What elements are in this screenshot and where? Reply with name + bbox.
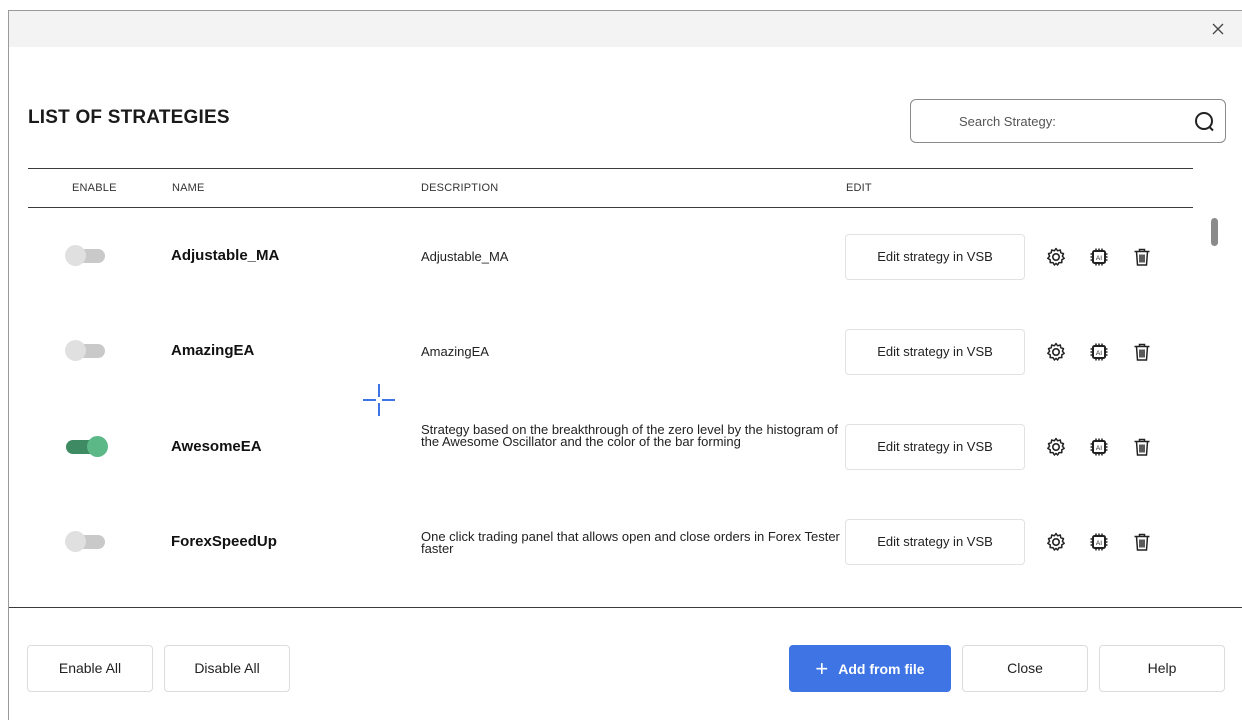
strategy-name: AmazingEA [171, 342, 255, 359]
svg-text:AI: AI [1096, 255, 1102, 262]
ai-chip-icon[interactable]: AI [1088, 341, 1110, 363]
table-row: ForexSpeedUp One click trading panel tha… [28, 493, 1193, 588]
svg-text:AI: AI [1096, 540, 1102, 547]
disable-all-button[interactable]: Disable All [164, 645, 290, 692]
enable-toggle[interactable] [65, 531, 109, 552]
edit-in-vsb-button[interactable]: Edit strategy in VSB [845, 424, 1025, 470]
strategy-list: Adjustable_MA Adjustable_MA Edit strateg… [28, 208, 1193, 598]
search-input[interactable]: Search Strategy: [910, 99, 1226, 143]
edit-in-vsb-button[interactable]: Edit strategy in VSB [845, 329, 1025, 375]
trash-icon[interactable] [1131, 531, 1153, 553]
enable-toggle[interactable] [65, 436, 109, 457]
enable-toggle[interactable] [65, 245, 109, 266]
close-icon[interactable] [1208, 19, 1228, 39]
header-divider-top [28, 168, 1193, 169]
close-button[interactable]: Close [962, 645, 1088, 692]
ai-chip-icon[interactable]: AI [1088, 436, 1110, 458]
column-header-edit: EDIT [846, 182, 872, 194]
search-placeholder: Search Strategy: [959, 114, 1056, 129]
column-header-name: NAME [172, 182, 205, 194]
gear-icon[interactable] [1045, 436, 1067, 458]
strategy-name: ForexSpeedUp [171, 533, 277, 550]
add-from-file-button[interactable]: + Add from file [789, 645, 951, 692]
strategy-name: Adjustable_MA [171, 247, 280, 264]
strategy-description: AmazingEA [421, 344, 489, 359]
edit-in-vsb-button[interactable]: Edit strategy in VSB [845, 234, 1025, 280]
column-header-enable: ENABLE [72, 182, 117, 194]
column-header-description: DESCRIPTION [421, 182, 499, 194]
plus-icon: + [815, 656, 829, 681]
enable-toggle[interactable] [65, 340, 109, 361]
crosshair-cursor [361, 382, 397, 418]
strategies-dialog: LIST OF STRATEGIES Search Strategy: ENAB… [8, 10, 1242, 720]
gear-icon[interactable] [1045, 246, 1067, 268]
svg-text:AI: AI [1096, 350, 1102, 357]
dialog-titlebar [9, 11, 1242, 47]
search-icon[interactable] [1193, 110, 1217, 134]
add-from-file-label: Add from file [838, 661, 925, 677]
trash-icon[interactable] [1131, 246, 1153, 268]
ai-chip-icon[interactable]: AI [1088, 246, 1110, 268]
strategy-description: Strategy based on the breakthrough of th… [421, 422, 838, 449]
page-title: LIST OF STRATEGIES [28, 107, 230, 128]
strategy-description: One click trading panel that allows open… [421, 529, 840, 556]
ai-chip-icon[interactable]: AI [1088, 531, 1110, 553]
scrollbar-thumb[interactable] [1211, 218, 1218, 246]
strategy-description: Adjustable_MA [421, 249, 509, 264]
enable-all-button[interactable]: Enable All [27, 645, 153, 692]
help-button[interactable]: Help [1099, 645, 1225, 692]
footer-divider [9, 607, 1242, 608]
trash-icon[interactable] [1131, 436, 1153, 458]
table-row: AwesomeEA Strategy based on the breakthr… [28, 398, 1193, 493]
table-row: Adjustable_MA Adjustable_MA Edit strateg… [28, 208, 1193, 303]
trash-icon[interactable] [1131, 341, 1153, 363]
table-row: AmazingEA AmazingEA Edit strategy in VSB… [28, 303, 1193, 398]
list-scrollbar[interactable] [1211, 208, 1219, 598]
gear-icon[interactable] [1045, 341, 1067, 363]
strategy-name: AwesomeEA [171, 438, 262, 455]
edit-in-vsb-button[interactable]: Edit strategy in VSB [845, 519, 1025, 565]
svg-text:AI: AI [1096, 445, 1102, 452]
gear-icon[interactable] [1045, 531, 1067, 553]
